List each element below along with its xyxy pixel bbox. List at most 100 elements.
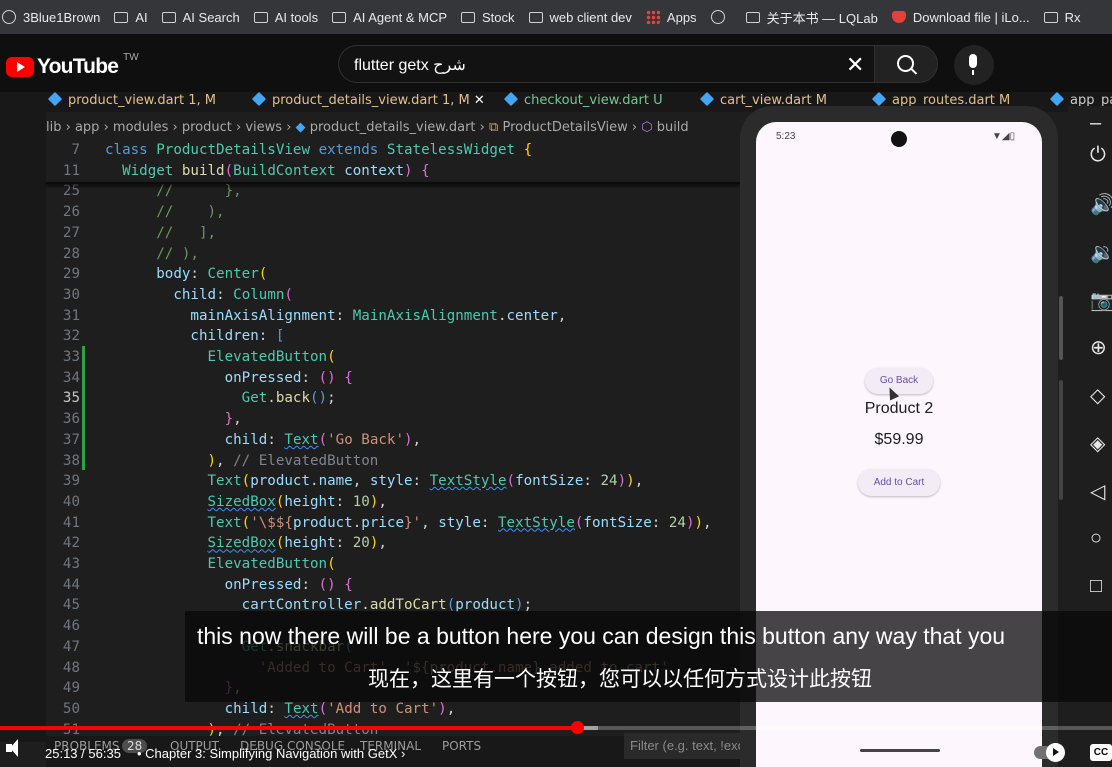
search-icon[interactable] (897, 55, 914, 72)
tab-product-view[interactable]: product_view.dart 1, M (47, 92, 216, 112)
code-line[interactable]: onPressed: () { (105, 577, 353, 593)
breadcrumb-item[interactable]: build (657, 120, 689, 135)
close-tab-icon[interactable]: ✕ (474, 93, 485, 108)
overview-icon[interactable]: □ (1090, 575, 1102, 598)
youtube-logo[interactable]: YouTube TW (6, 52, 139, 79)
globe-icon (710, 10, 725, 24)
add-to-cart-button[interactable]: Add to Cart (858, 469, 940, 496)
editor-activity-bar (0, 92, 46, 742)
code-line[interactable]: }, (105, 411, 242, 427)
subtitle-english: this now there will be a button here you… (197, 623, 1006, 649)
git-change-indicator (82, 346, 85, 470)
code-line[interactable]: class ProductDetailsView extends Statele… (105, 142, 532, 158)
volume-up-icon[interactable]: 🔊 (1090, 192, 1112, 217)
line-number: 44 (62, 576, 80, 593)
code-line[interactable]: ElevatedButton( (105, 349, 336, 365)
phone-status-time: 5:23 (776, 131, 796, 142)
microphone-icon[interactable] (969, 54, 977, 75)
code-line[interactable]: ), // ElevatedButton (105, 453, 379, 469)
bookmark-web-client-dev[interactable]: web client dev (528, 10, 632, 25)
bookmark-3blue1brown[interactable]: 3Blue1Brown (2, 10, 100, 25)
breadcrumb-item[interactable]: views (245, 120, 282, 135)
home-icon[interactable]: ○ (1090, 527, 1102, 550)
code-line[interactable]: // }, (105, 183, 241, 199)
code-line[interactable]: // ], (105, 225, 216, 241)
code-line[interactable]: children: [ (105, 328, 284, 344)
code-line[interactable]: // ), (105, 246, 199, 262)
zoom-icon[interactable]: ⊕ (1090, 335, 1107, 360)
time-display: 25:13 / 56:35 (45, 746, 121, 761)
code-line[interactable]: Text('\$${product.price}', style: TextSt… (105, 515, 712, 531)
dart-file-icon: ◆ (295, 120, 306, 135)
bookmark-ai[interactable]: AI (114, 10, 148, 25)
breadcrumb-item[interactable]: product (182, 120, 232, 135)
line-number: 50 (62, 700, 80, 717)
volume-down-icon[interactable]: 🔉 (1090, 240, 1112, 265)
breadcrumb: lib › app › modules › product › views › … (46, 120, 689, 135)
screenshot-icon[interactable]: 📷 (1090, 288, 1112, 313)
code-line[interactable]: SizedBox(height: 10), (105, 494, 387, 510)
bookmark-stock[interactable]: Stock (461, 10, 515, 25)
cc-icon[interactable]: CC (1090, 744, 1112, 761)
code-line[interactable]: onPressed: () { (105, 370, 353, 386)
bookmark-globe[interactable] (710, 10, 732, 24)
minimize-icon[interactable]: – (1090, 112, 1101, 135)
bookmark-rx[interactable]: Rx (1043, 10, 1081, 25)
go-back-button[interactable]: Go Back (865, 368, 933, 394)
progress-scrubber[interactable] (571, 721, 584, 734)
code-line[interactable]: SizedBox(height: 20), (105, 535, 387, 551)
scrollbar[interactable] (1059, 296, 1063, 360)
method-icon: ⬡ (641, 120, 653, 135)
line-number: 45 (62, 597, 80, 614)
back-icon[interactable]: ◁ (1090, 479, 1105, 504)
code-line[interactable]: child: Text('Add to Cart'), (105, 701, 456, 717)
breadcrumb-item[interactable]: ProductDetailsView (502, 120, 627, 135)
code-line[interactable]: mainAxisAlignment: MainAxisAlignment.cen… (105, 308, 566, 324)
line-number: 35 (62, 390, 80, 407)
dart-file-icon (251, 92, 267, 107)
breadcrumb-item[interactable]: modules (113, 120, 169, 135)
product-price: $59.99 (874, 431, 924, 448)
breadcrumb-item[interactable]: product_details_view.dart (310, 120, 476, 135)
filter-input[interactable]: Filter (e.g. text, !exc (624, 733, 740, 759)
search-query-text[interactable]: flutter getx شرح (354, 55, 466, 75)
class-icon: ⧉ (489, 120, 499, 135)
bookmark-ai-search[interactable]: AI Search (161, 10, 240, 25)
line-number: 42 (62, 535, 80, 552)
line-number: 36 (62, 411, 80, 428)
volume-icon[interactable] (6, 739, 18, 757)
bookmark-ai-agent-mcp[interactable]: AI Agent & MCP (332, 10, 447, 25)
code-line[interactable]: Widget build(BuildContext context) { (105, 163, 430, 179)
code-line[interactable]: child: Text('Go Back'), (105, 432, 422, 448)
bookmark-apps[interactable]: Apps (645, 10, 697, 25)
line-number: 30 (62, 286, 80, 303)
autoplay-play-icon[interactable] (1046, 743, 1065, 762)
tab-checkout-view[interactable]: checkout_view.dart U (503, 92, 663, 112)
line-number: 27 (62, 224, 80, 241)
subtitle-chinese: 现在，这里有一个按钮，您可以以任何方式设计此按钮 (368, 668, 872, 691)
code-line[interactable]: // ), (105, 204, 224, 220)
close-icon[interactable]: ✕ (846, 52, 864, 78)
panel-tab[interactable]: PORTS (442, 739, 481, 753)
bookmark-download-file[interactable]: Download file | iLo... (891, 10, 1030, 25)
scrollbar[interactable] (1059, 380, 1063, 500)
gesture-bar[interactable] (860, 749, 940, 752)
code-line[interactable]: Get.back(); (105, 390, 336, 406)
code-line[interactable]: ElevatedButton( (105, 556, 336, 572)
code-line[interactable]: Text(product.name, style: TextStyle(font… (105, 473, 644, 489)
rotate-right-icon[interactable]: ◈ (1090, 431, 1105, 456)
dart-file-icon (699, 92, 715, 107)
power-icon[interactable]: ⏻ (1090, 144, 1106, 167)
rotate-left-icon[interactable]: ◇ (1090, 383, 1105, 408)
line-number: 40 (62, 493, 80, 510)
folder-icon (461, 11, 476, 23)
breadcrumb-item[interactable]: lib (46, 120, 61, 135)
tab-product-details-view[interactable]: product_details_view.dart 1, M ✕ (251, 92, 485, 112)
code-line[interactable]: body: Center( (105, 266, 267, 282)
page-icon (745, 11, 760, 23)
breadcrumb-item[interactable]: app (75, 120, 99, 135)
code-line[interactable]: child: Column( (105, 287, 293, 303)
bookmark-ai-tools[interactable]: AI tools (253, 10, 318, 25)
bookmark-lqlab[interactable]: 关于本书 — LQLab (745, 8, 878, 27)
chapter-title[interactable]: • Chapter 3: Simplifying Navigation with… (137, 746, 405, 761)
